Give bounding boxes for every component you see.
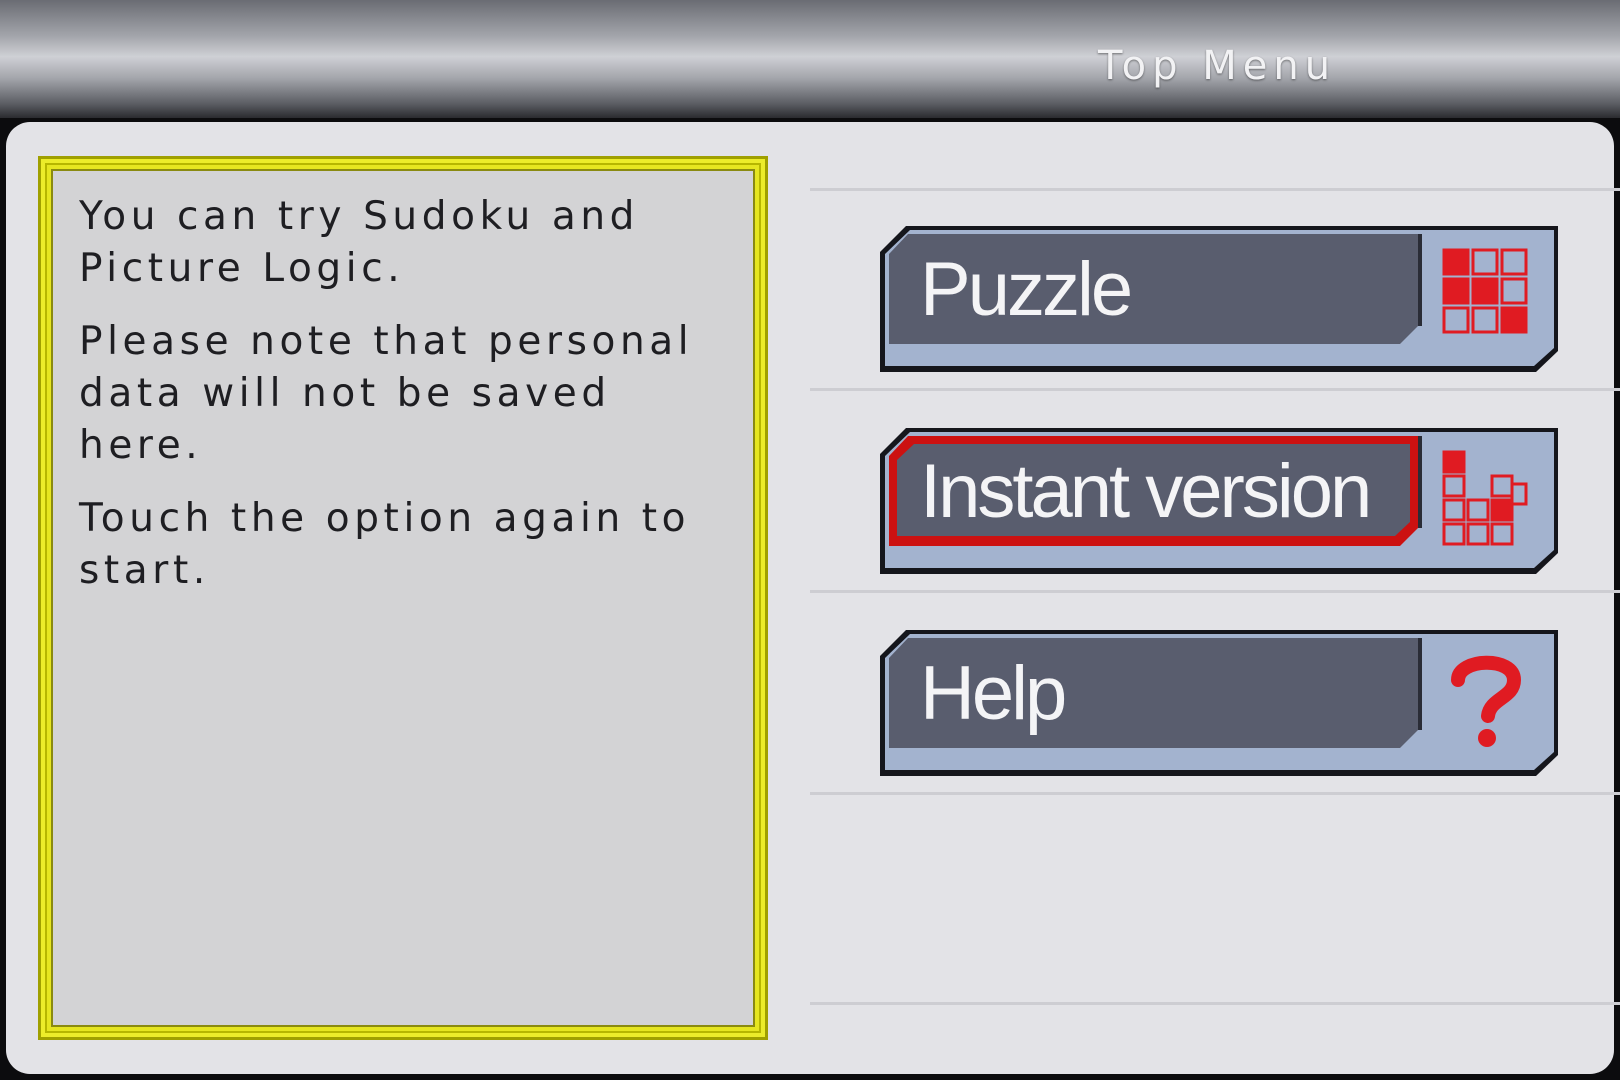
info-paragraph: Touch the option again to start. — [79, 496, 691, 593]
divider — [810, 792, 1620, 795]
info-box: You can try Sudoku and Picture Logic. Pl… — [38, 156, 768, 1040]
question-mark-icon — [1451, 655, 1522, 747]
top-menu-title: Top Menu — [1098, 43, 1337, 89]
puzzle-button[interactable]: Puzzle — [880, 226, 1558, 372]
info-paragraph: You can try Sudoku and Picture Logic. — [79, 194, 640, 291]
instant-version-button[interactable]: Instant version — [880, 428, 1558, 574]
instant-version-label: Instant version — [920, 449, 1372, 534]
info-paragraph: Please note that personal data will not … — [79, 319, 694, 468]
info-text: You can try Sudoku and Picture Logic. Pl… — [79, 191, 739, 618]
divider — [810, 388, 1620, 391]
blocks-icon — [1442, 450, 1528, 546]
divider — [810, 188, 1620, 191]
divider — [810, 590, 1620, 593]
main-panel: You can try Sudoku and Picture Logic. Pl… — [6, 122, 1620, 1074]
help-button[interactable]: Help — [880, 630, 1558, 776]
puzzle-grid-icon — [1442, 248, 1528, 334]
divider — [810, 1002, 1620, 1005]
top-bar: Top Menu — [0, 0, 1620, 118]
puzzle-label: Puzzle — [920, 247, 1133, 332]
help-label: Help — [920, 651, 1067, 736]
